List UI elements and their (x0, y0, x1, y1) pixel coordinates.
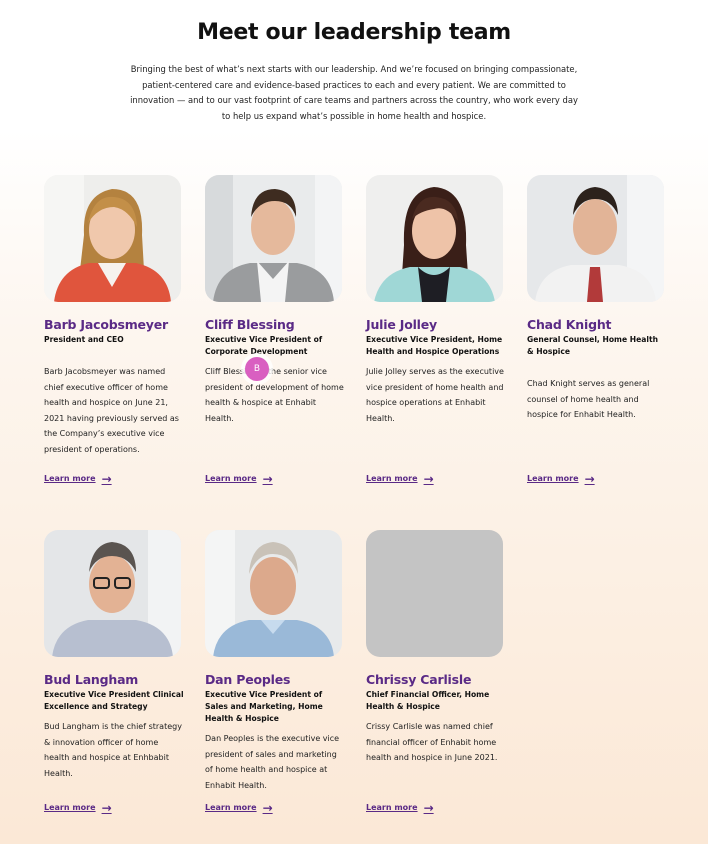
learn-more-link[interactable]: Learn more → (366, 800, 434, 815)
leader-card: Julie Jolley Executive Vice President, H… (366, 175, 506, 426)
learn-more-label: Learn more (366, 474, 418, 483)
leader-card: Chad Knight General Counsel, Home Health… (527, 175, 667, 423)
section-title: Meet our leadership team (197, 20, 511, 45)
leader-role: Executive Vice President of Sales and Ma… (205, 690, 323, 723)
leader-bio: Dan Peoples is the executive vice presid… (205, 734, 340, 790)
leader-photo (527, 175, 664, 302)
learn-more-link[interactable]: Learn more → (366, 471, 434, 486)
learn-more-label: Learn more (44, 474, 96, 483)
leader-name: Dan Peoples (205, 672, 291, 687)
leader-bio: Chad Knight serves as general counsel of… (527, 379, 650, 420)
leader-photo (44, 175, 181, 302)
leader-photo (366, 175, 503, 302)
leader-photo (205, 175, 342, 302)
arrow-right-icon: → (423, 471, 434, 486)
learn-more-link[interactable]: Learn more → (205, 471, 273, 486)
leader-name: Bud Langham (44, 672, 139, 687)
leader-role: General Counsel, Home Health & Hospice (527, 335, 659, 356)
leader-role: Executive Vice President Clinical Excell… (44, 690, 184, 711)
learn-more-link[interactable]: Learn more → (44, 471, 112, 486)
learn-more-label: Learn more (527, 474, 579, 483)
learn-more-label: Learn more (44, 803, 96, 812)
leader-name: Cliff Blessing (205, 317, 295, 332)
leader-photo-placeholder (366, 530, 503, 657)
leader-role: Chief Financial Officer, Home Health & H… (366, 690, 490, 711)
leader-card: Bud Langham Executive Vice President Cli… (44, 530, 184, 781)
arrow-right-icon: → (262, 800, 273, 815)
learn-more-label: Learn more (205, 474, 257, 483)
leader-card: Dan Peoples Executive Vice President of … (205, 530, 345, 793)
arrow-right-icon: → (101, 471, 112, 486)
learn-more-link[interactable]: Learn more → (44, 800, 112, 815)
learn-more-label: Learn more (366, 803, 418, 812)
leader-role: President and CEO (44, 335, 124, 344)
leader-bio: Bud Langham is the chief strategy & inno… (44, 722, 182, 778)
arrow-right-icon: → (101, 800, 112, 815)
leader-photo (205, 530, 342, 657)
cursor-marker: B (245, 357, 269, 381)
leader-name: Chrissy Carlisle (366, 672, 472, 687)
leader-name: Barb Jacobsmeyer (44, 317, 168, 332)
arrow-right-icon: → (584, 471, 595, 486)
learn-more-label: Learn more (205, 803, 257, 812)
leader-name: Chad Knight (527, 317, 612, 332)
leader-bio: Cliff Blessing is the senior vice presid… (205, 367, 344, 423)
leader-name: Julie Jolley (366, 317, 437, 332)
leader-photo (44, 530, 181, 657)
leader-card: Chrissy Carlisle Chief Financial Officer… (366, 530, 506, 766)
arrow-right-icon: → (262, 471, 273, 486)
leader-card: Barb Jacobsmeyer President and CEO Barb … (44, 175, 184, 458)
leader-card: Cliff Blessing Executive Vice President … (205, 175, 345, 426)
leader-bio: Julie Jolley serves as the executive vic… (366, 367, 504, 423)
leader-bio: Crissy Carlisle was named chief financia… (366, 722, 498, 763)
leader-bio: Barb Jacobsmeyer was named chief executi… (44, 367, 179, 454)
arrow-right-icon: → (423, 800, 434, 815)
section-intro: Bringing the best of what’s next starts … (130, 64, 578, 121)
leader-role: Executive Vice President, Home Health an… (366, 335, 503, 356)
learn-more-link[interactable]: Learn more → (527, 471, 595, 486)
leader-role: Executive Vice President of Corporate De… (205, 335, 323, 356)
learn-more-link[interactable]: Learn more → (205, 800, 273, 815)
